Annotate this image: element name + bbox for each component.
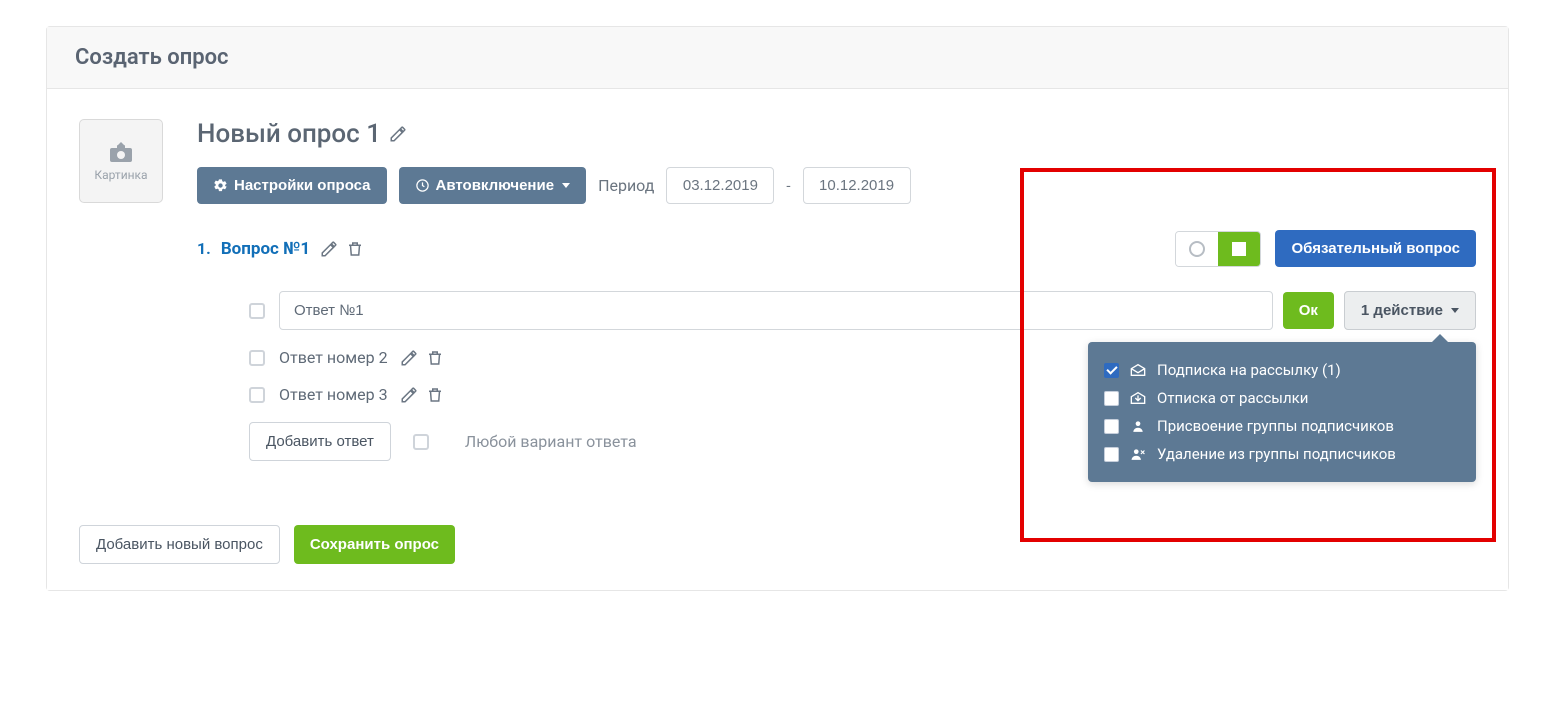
action-checkbox[interactable]: [1104, 363, 1119, 378]
gear-icon: [213, 178, 228, 193]
answer-drag-handle[interactable]: [249, 303, 265, 319]
any-answer-label: Любой вариант ответа: [465, 432, 637, 451]
edit-answer-icon[interactable]: [400, 349, 418, 367]
image-upload-box[interactable]: Картинка: [79, 119, 163, 203]
auto-enable-label: Автовключение: [436, 177, 555, 194]
action-checkbox[interactable]: [1104, 447, 1119, 462]
action-label: Отписка от рассылки: [1157, 389, 1308, 407]
question-number: 1.: [197, 239, 211, 258]
required-question-button[interactable]: Обязательный вопрос: [1275, 230, 1476, 267]
create-poll-panel: Создать опрос Картинка Новый опрос 1: [46, 26, 1509, 591]
date-separator: -: [786, 177, 790, 195]
action-remove-group[interactable]: Удаление из группы подписчиков: [1102, 440, 1462, 468]
auto-enable-button[interactable]: Автовключение: [399, 167, 587, 204]
poll-settings-label: Настройки опроса: [234, 177, 371, 194]
add-question-button[interactable]: Добавить новый вопрос: [79, 525, 280, 564]
user-icon: [1129, 419, 1147, 433]
radio-icon: [1189, 241, 1205, 257]
checkbox-type-option[interactable]: [1218, 232, 1260, 266]
mail-out-icon: [1129, 391, 1147, 405]
image-upload-label: Картинка: [94, 168, 147, 182]
answer-drag-handle[interactable]: [249, 387, 265, 403]
action-checkbox[interactable]: [1104, 419, 1119, 434]
panel-body: Картинка Новый опрос 1 Настройки опроса: [47, 89, 1508, 590]
add-question-label: Добавить новый вопрос: [96, 536, 263, 553]
poll-settings-button[interactable]: Настройки опроса: [197, 167, 387, 204]
edit-question-icon[interactable]: [320, 240, 338, 258]
save-poll-label: Сохранить опрос: [310, 536, 439, 553]
camera-upload-icon: [107, 140, 135, 164]
answer-drag-handle[interactable]: [249, 350, 265, 366]
action-label: Подписка на рассылку (1): [1157, 361, 1341, 379]
any-answer-checkbox[interactable]: [413, 434, 429, 450]
answer-row-editing: Ок 1 действие: [249, 291, 1476, 330]
chevron-down-icon: [1451, 308, 1459, 313]
add-answer-label: Добавить ответ: [266, 433, 374, 450]
answer-type-toggle[interactable]: [1175, 231, 1261, 267]
date-from-input[interactable]: [666, 167, 774, 204]
poll-title: Новый опрос 1: [197, 119, 381, 149]
delete-answer-icon[interactable]: [426, 349, 444, 367]
checkbox-icon: [1232, 242, 1246, 256]
answer-text: Ответ номер 2: [279, 348, 388, 367]
chevron-down-icon: [562, 183, 570, 188]
answer-actions-label: 1 действие: [1361, 302, 1443, 319]
required-question-label: Обязательный вопрос: [1291, 240, 1460, 257]
period-label: Период: [598, 176, 654, 195]
delete-question-icon[interactable]: [346, 240, 364, 258]
answer-actions-button[interactable]: 1 действие: [1344, 291, 1476, 330]
answer-text: Ответ номер 3: [279, 385, 388, 404]
edit-title-icon[interactable]: [389, 125, 407, 143]
mail-open-icon: [1129, 363, 1147, 377]
user-remove-icon: [1129, 447, 1147, 461]
answer-ok-button[interactable]: Ок: [1283, 292, 1334, 329]
page-title: Создать опрос: [75, 45, 1480, 70]
answer-ok-label: Ок: [1299, 302, 1318, 319]
answer-text-input[interactable]: [279, 291, 1273, 330]
action-label: Удаление из группы подписчиков: [1157, 445, 1396, 463]
add-answer-button[interactable]: Добавить ответ: [249, 422, 391, 461]
date-to-input[interactable]: [803, 167, 911, 204]
action-checkbox[interactable]: [1104, 391, 1119, 406]
question-title: Вопрос №1: [221, 239, 310, 259]
save-poll-button[interactable]: Сохранить опрос: [294, 525, 455, 564]
panel-header: Создать опрос: [47, 27, 1508, 89]
edit-answer-icon[interactable]: [400, 386, 418, 404]
delete-answer-icon[interactable]: [426, 386, 444, 404]
action-unsubscribe[interactable]: Отписка от рассылки: [1102, 384, 1462, 412]
action-label: Присвоение группы подписчиков: [1157, 417, 1394, 435]
radio-type-option[interactable]: [1176, 232, 1218, 266]
action-subscribe[interactable]: Подписка на рассылку (1): [1102, 356, 1462, 384]
action-assign-group[interactable]: Присвоение группы подписчиков: [1102, 412, 1462, 440]
clock-icon: [415, 178, 430, 193]
actions-dropdown: Подписка на рассылку (1) Отписка от расс…: [1088, 342, 1476, 482]
